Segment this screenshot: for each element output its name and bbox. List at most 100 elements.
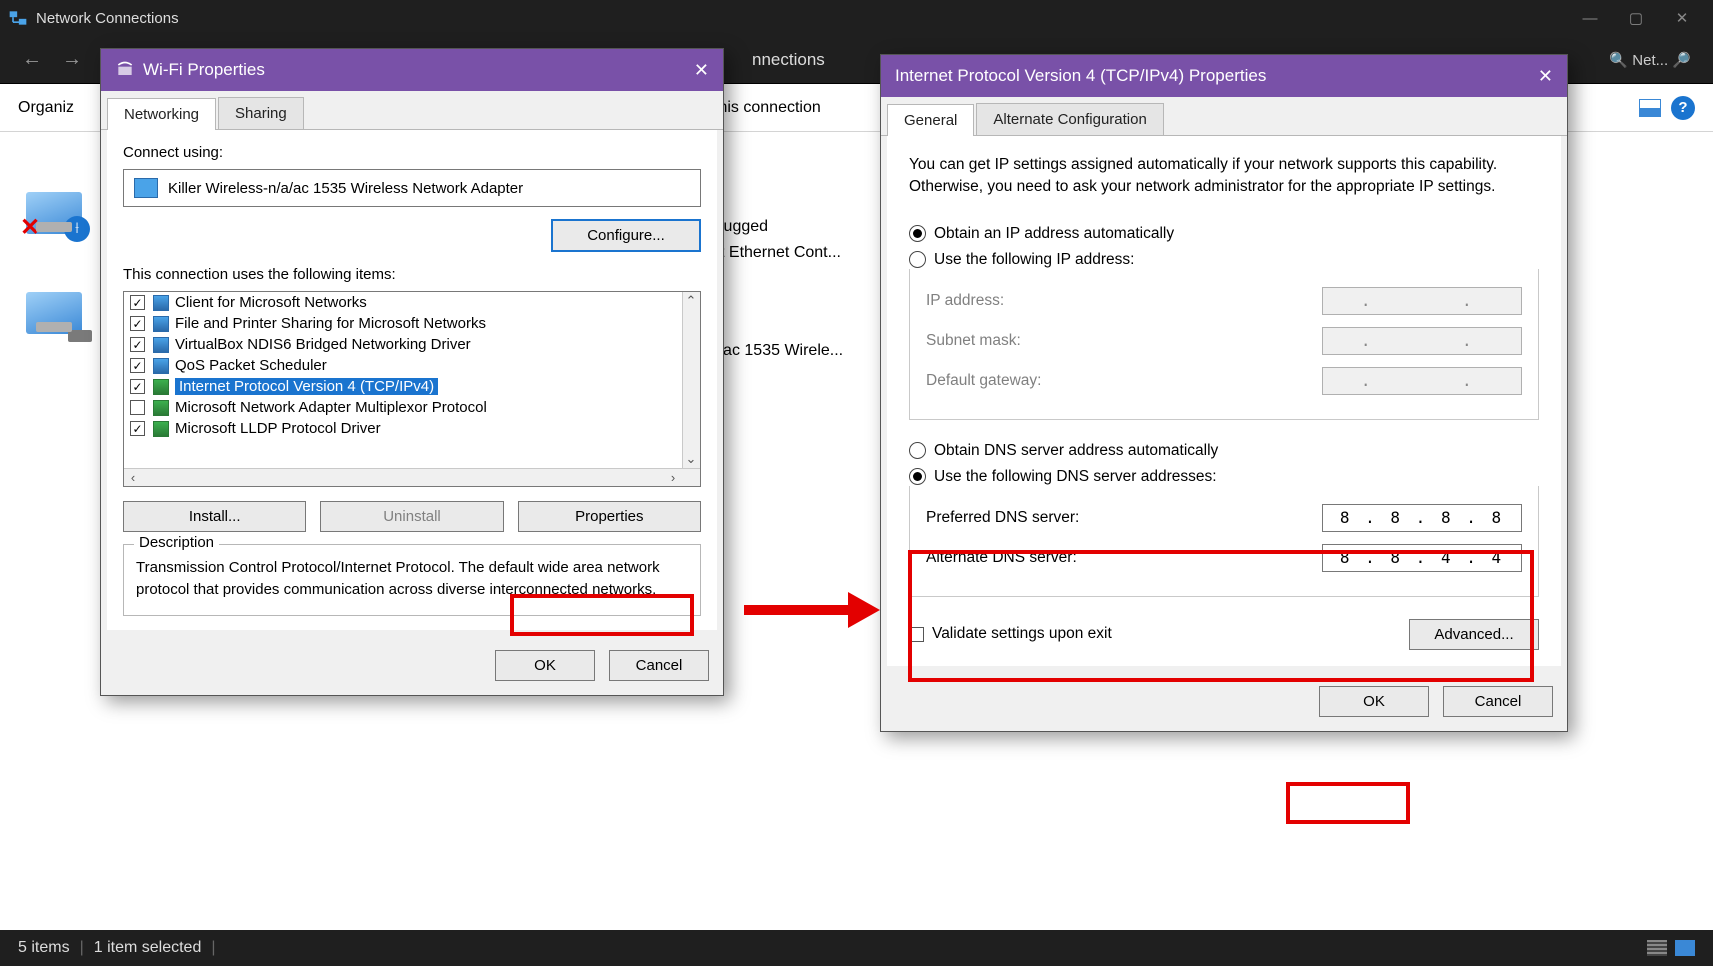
service-icon	[153, 337, 169, 353]
scroll-up-icon[interactable]: ⌃	[682, 292, 700, 310]
ipv4-tabstrip: General Alternate Configuration	[881, 97, 1567, 136]
tab-alternate[interactable]: Alternate Configuration	[976, 103, 1163, 135]
tab-general[interactable]: General	[887, 104, 974, 136]
list-item[interactable]: QoS Packet Scheduler	[124, 355, 682, 376]
list-hscrollbar[interactable]	[124, 468, 700, 486]
list-item-label: QoS Packet Scheduler	[175, 357, 327, 374]
radio-icon	[909, 468, 926, 485]
ipv4-ok-button[interactable]: OK	[1319, 686, 1429, 717]
uninstall-button: Uninstall	[320, 501, 503, 532]
wifi-ok-button[interactable]: OK	[495, 650, 595, 681]
protocol-icon	[153, 421, 169, 437]
protocol-icon	[153, 400, 169, 416]
window-title: Network Connections	[36, 10, 179, 27]
ip-address-label: IP address:	[926, 292, 1322, 310]
view-toggle-icon[interactable]	[1639, 99, 1661, 117]
wifi-close-button[interactable]: ✕	[694, 60, 709, 81]
checkbox[interactable]	[130, 295, 145, 310]
forward-button[interactable]: →	[52, 48, 92, 71]
radio-icon	[909, 442, 926, 459]
main-titlebar: Network Connections — ▢ ✕	[0, 0, 1713, 36]
checkbox[interactable]	[130, 400, 145, 415]
connect-using-label: Connect using:	[123, 144, 701, 161]
list-item-label: VirtualBox NDIS6 Bridged Networking Driv…	[175, 336, 471, 353]
checkbox[interactable]	[130, 316, 145, 331]
ipv4-cancel-button[interactable]: Cancel	[1443, 686, 1553, 717]
checkbox[interactable]	[130, 337, 145, 352]
advanced-button[interactable]: Advanced...	[1409, 619, 1539, 650]
ethernet-connection-icon[interactable]	[26, 292, 82, 334]
adapter-box: Killer Wireless-n/a/ac 1535 Wireless Net…	[123, 169, 701, 207]
validate-label: Validate settings upon exit	[932, 625, 1112, 643]
service-icon	[153, 295, 169, 311]
details-view-icon[interactable]	[1647, 940, 1667, 956]
checkbox[interactable]	[130, 379, 145, 394]
ipv4-properties-dialog: Internet Protocol Version 4 (TCP/IPv4) P…	[880, 54, 1568, 732]
gateway-input	[1322, 367, 1522, 395]
tab-networking[interactable]: Networking	[107, 98, 216, 130]
list-item-label: Client for Microsoft Networks	[175, 294, 367, 311]
list-item[interactable]: Microsoft LLDP Protocol Driver	[124, 418, 682, 439]
list-item[interactable]: Client for Microsoft Networks	[124, 292, 682, 313]
install-button[interactable]: Install...	[123, 501, 306, 532]
search-box[interactable]: 🔍 Net... 🔎	[1609, 51, 1701, 69]
ipv4-dialog-titlebar: Internet Protocol Version 4 (TCP/IPv4) P…	[881, 55, 1567, 97]
checkbox[interactable]	[130, 421, 145, 436]
maximize-button[interactable]: ▢	[1613, 0, 1659, 36]
list-item[interactable]: File and Printer Sharing for Microsoft N…	[124, 313, 682, 334]
list-item[interactable]: VirtualBox NDIS6 Bridged Networking Driv…	[124, 334, 682, 355]
status-selected: 1 item selected	[94, 939, 202, 957]
wifi-tabstrip: Networking Sharing	[101, 91, 723, 130]
close-button[interactable]: ✕	[1659, 0, 1705, 36]
tab-sharing[interactable]: Sharing	[218, 97, 304, 129]
bg-unplugged-text: lugged	[720, 218, 768, 236]
description-text: Transmission Control Protocol/Internet P…	[136, 557, 688, 601]
protocol-icon	[153, 379, 169, 395]
configure-button[interactable]: Configure...	[551, 219, 701, 252]
status-items: 5 items	[18, 939, 70, 957]
adapter-icon	[115, 60, 135, 80]
scroll-left-icon[interactable]: ‹	[124, 468, 142, 486]
wifi-dialog-title: Wi-Fi Properties	[143, 60, 265, 80]
ip-address-input	[1322, 287, 1522, 315]
list-item[interactable]: Microsoft Network Adapter Multiplexor Pr…	[124, 397, 682, 418]
back-button[interactable]: ←	[12, 48, 52, 71]
preferred-dns-label: Preferred DNS server:	[926, 509, 1322, 527]
list-item-label: Microsoft LLDP Protocol Driver	[175, 420, 381, 437]
bg-wifi-text: 'ac 1535 Wirele...	[720, 342, 843, 360]
dns-auto-radio[interactable]: Obtain DNS server address automatically	[909, 438, 1539, 464]
bluetooth-connection-icon[interactable]: ✕ ⟊	[26, 192, 82, 234]
radio-icon	[909, 251, 926, 268]
organize-menu[interactable]: Organiz	[18, 99, 74, 117]
network-items-list[interactable]: Client for Microsoft Networks File and Pr…	[123, 291, 701, 487]
thumbnails-view-icon[interactable]	[1675, 940, 1695, 956]
gateway-label: Default gateway:	[926, 372, 1322, 390]
adapter-name: Killer Wireless-n/a/ac 1535 Wireless Net…	[168, 180, 523, 197]
wifi-cancel-button[interactable]: Cancel	[609, 650, 709, 681]
validate-checkbox[interactable]	[909, 627, 924, 642]
bluetooth-badge-icon: ⟊	[64, 216, 90, 242]
ipv4-dialog-title: Internet Protocol Version 4 (TCP/IPv4) P…	[895, 66, 1266, 86]
preferred-dns-input[interactable]	[1322, 504, 1522, 532]
list-item-label: Internet Protocol Version 4 (TCP/IPv4)	[175, 378, 438, 395]
ip-auto-radio[interactable]: Obtain an IP address automatically	[909, 221, 1539, 247]
subnet-mask-input	[1322, 327, 1522, 355]
ipv4-close-button[interactable]: ✕	[1538, 66, 1553, 87]
wifi-dialog-titlebar: Wi-Fi Properties ✕	[101, 49, 723, 91]
status-bar: 5 items | 1 item selected |	[0, 930, 1713, 966]
alternate-dns-input[interactable]	[1322, 544, 1522, 572]
adapter-device-icon	[134, 178, 158, 198]
ipv4-intro-text: You can get IP settings assigned automat…	[909, 154, 1539, 199]
scroll-down-icon[interactable]: ⌄	[682, 450, 700, 468]
items-label: This connection uses the following items…	[123, 266, 701, 283]
list-item[interactable]: Internet Protocol Version 4 (TCP/IPv4)	[124, 376, 682, 397]
list-item-label: File and Printer Sharing for Microsoft N…	[175, 315, 486, 332]
breadcrumb-fragment: nnections	[752, 50, 825, 70]
properties-button[interactable]: Properties	[518, 501, 701, 532]
description-legend: Description	[134, 534, 219, 551]
minimize-button[interactable]: —	[1567, 0, 1613, 36]
help-icon[interactable]: ?	[1671, 96, 1695, 120]
ethernet-plug-icon	[68, 330, 92, 342]
scroll-right-icon[interactable]: ›	[664, 468, 682, 486]
checkbox[interactable]	[130, 358, 145, 373]
